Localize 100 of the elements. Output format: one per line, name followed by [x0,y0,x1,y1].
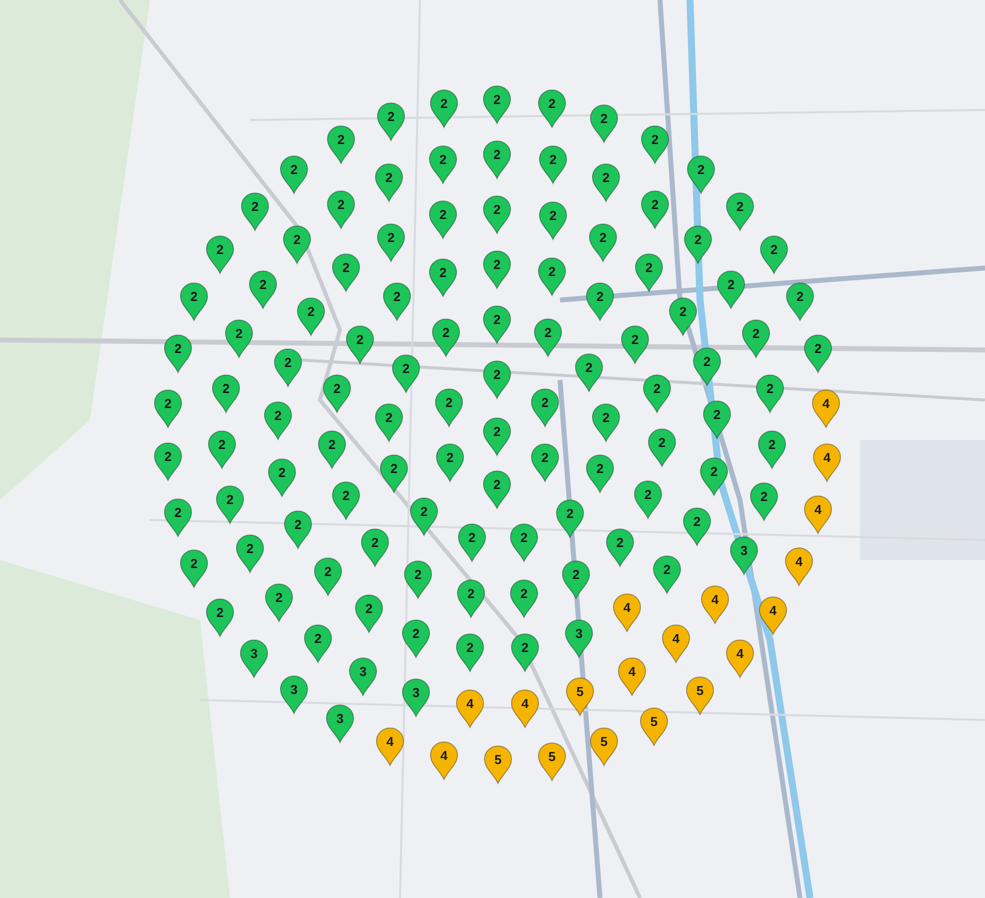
map-pin-icon[interactable] [314,558,342,596]
map-pin-icon[interactable] [511,690,539,728]
map-pin-icon[interactable] [284,510,312,549]
map-pin-icon[interactable] [538,742,566,781]
map-pin-icon[interactable] [208,430,236,469]
map-pin-icon[interactable] [613,594,641,632]
map-pin-icon[interactable] [539,202,567,240]
map-pin-icon[interactable] [566,678,594,716]
map-pin-icon[interactable] [377,224,405,262]
map-pin-icon[interactable] [404,560,432,599]
map-pin-icon[interactable] [701,586,729,624]
map-pin-icon[interactable] [402,678,430,717]
map-pin-icon[interactable] [376,728,404,766]
map-pin-icon[interactable] [592,164,620,202]
map-pin-icon[interactable] [225,320,253,358]
map-pin-icon[interactable] [283,226,311,264]
map-pin-icon[interactable] [355,594,383,633]
map-pin-icon[interactable] [180,282,208,321]
map-pin-icon[interactable] [164,334,192,373]
map-pin-icon[interactable] [565,620,593,658]
map-pin-icon[interactable] [641,126,669,164]
map-pin-icon[interactable] [268,458,296,497]
map-pin-icon[interactable] [750,482,778,521]
map-pin-icon[interactable] [538,258,566,296]
map-pin-icon[interactable] [457,580,485,618]
map-pin-icon[interactable] [483,250,511,289]
map-pin-icon[interactable] [332,482,360,520]
map-pin-icon[interactable] [640,708,668,746]
map-pin-icon[interactable] [326,704,354,743]
map-pin-icon[interactable] [759,596,787,635]
map-pin-icon[interactable] [164,498,192,537]
map-pin-icon[interactable] [669,298,697,336]
map-pin-icon[interactable] [534,318,562,357]
map-pin-icon[interactable] [606,528,634,567]
map-pin-icon[interactable] [429,200,457,239]
map-pin-icon[interactable] [703,400,731,439]
map-pin-icon[interactable] [346,326,374,364]
map-pin-icon[interactable] [304,624,332,663]
map-pin-icon[interactable] [154,390,182,428]
map-pin-icon[interactable] [216,486,244,524]
map-pin-icon[interactable] [812,390,840,428]
map-pin-icon[interactable] [361,528,389,567]
map-pin-icon[interactable] [511,634,539,672]
map-pin-icon[interactable] [212,374,240,413]
map-pin-icon[interactable] [483,140,511,179]
map-pin-icon[interactable] [206,236,234,274]
map-pin-icon[interactable] [813,444,841,482]
map-pin-icon[interactable] [318,430,346,469]
map-pin-icon[interactable] [483,86,511,124]
map-pin-icon[interactable] [538,90,566,128]
map-pin-icon[interactable] [804,496,832,534]
map-pin-icon[interactable] [249,270,277,309]
map-pin-icon[interactable] [274,348,302,387]
map-pin-icon[interactable] [154,442,182,481]
map-pin-icon[interactable] [662,624,690,663]
map-pin-icon[interactable] [586,282,614,321]
map-pin-icon[interactable] [206,598,234,637]
map-pin-icon[interactable] [730,536,758,575]
map-pin-icon[interactable] [383,282,411,321]
map-pin-icon[interactable] [726,192,754,231]
map-pin-icon[interactable] [349,658,377,696]
map-pin-icon[interactable] [641,190,669,229]
map-pin-icon[interactable] [621,326,649,364]
map-pin-icon[interactable] [693,348,721,386]
map-pin-icon[interactable] [280,676,308,714]
map-pin-icon[interactable] [265,584,293,622]
map-pin-icon[interactable] [435,388,463,427]
map-pin-icon[interactable] [575,354,603,392]
map-pin-icon[interactable] [483,196,511,234]
map-pin-icon[interactable] [280,156,308,194]
map-pin-icon[interactable] [700,458,728,496]
map-pin-icon[interactable] [683,508,711,546]
map-pin-icon[interactable] [635,254,663,292]
map-pin-icon[interactable] [590,728,618,766]
map-pin-icon[interactable] [264,402,292,440]
map-pin-icon[interactable] [562,560,590,599]
map-pin-icon[interactable] [375,404,403,442]
map-pin-icon[interactable] [760,236,788,274]
map-pin-icon[interactable] [241,192,269,231]
map-pin-icon[interactable] [410,498,438,536]
map-pin-icon[interactable] [510,580,538,618]
map-pin-icon[interactable] [531,388,559,427]
map-pin-icon[interactable] [684,226,712,264]
map-pin-icon[interactable] [430,742,458,780]
map-pin-icon[interactable] [756,374,784,413]
map-pin-icon[interactable] [618,658,646,696]
map-pin-icon[interactable] [236,534,264,573]
map-pin-icon[interactable] [686,676,714,715]
map-pin-icon[interactable] [429,258,457,297]
map-pin-icon[interactable] [589,224,617,262]
map-pin-icon[interactable] [687,156,715,194]
map-pin-icon[interactable] [327,126,355,164]
map-pin-icon[interactable] [531,444,559,482]
map-pin-icon[interactable] [332,254,360,292]
map-pin-icon[interactable] [653,556,681,594]
map-pin-icon[interactable] [430,90,458,128]
map-pin-icon[interactable] [592,404,620,442]
map-pin-icon[interactable] [556,500,584,538]
map-pin-icon[interactable] [432,318,460,357]
map-pin-icon[interactable] [586,454,614,493]
